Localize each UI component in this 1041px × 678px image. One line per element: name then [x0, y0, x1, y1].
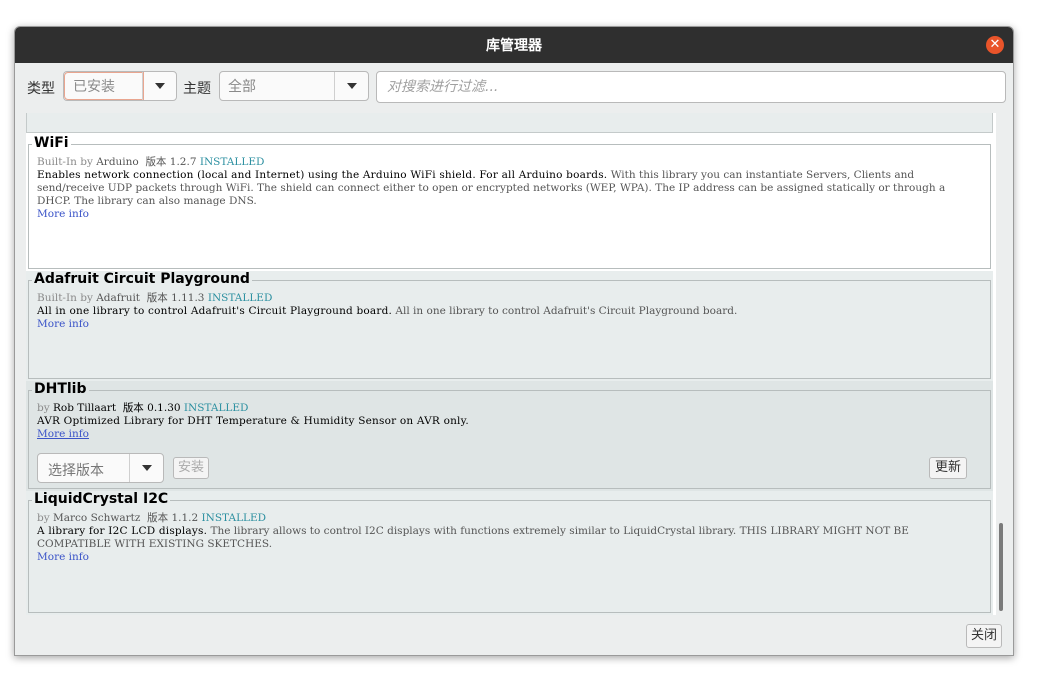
install-button[interactable]: 安装 [173, 457, 209, 479]
library-details: by Marco Schwartz 版本 1.1.2 INSTALLED A l… [37, 512, 963, 564]
library-details: by Rob Tillaart 版本 0.1.30 INSTALLED AVR … [37, 402, 963, 441]
more-info-link[interactable]: More info [37, 428, 963, 441]
more-info-link[interactable]: More info [37, 551, 963, 564]
library-details: Built-In by Arduino 版本 1.2.7 INSTALLED E… [37, 156, 963, 221]
window-title: 库管理器 [486, 38, 542, 54]
close-button[interactable]: 关闭 [966, 624, 1002, 648]
installed-badge: INSTALLED [183, 402, 249, 414]
type-select[interactable]: 已安装 [63, 71, 177, 101]
search-box[interactable] [376, 71, 1006, 103]
filter-bar: 类型 已安装 主题 全部 [15, 63, 1013, 111]
library-details: Built-In by Adafruit 版本 1.11.3 INSTALLED… [37, 292, 963, 331]
chevron-down-icon[interactable] [142, 72, 176, 100]
library-item-dhtlib[interactable]: DHTlib by Rob Tillaart 版本 0.1.30 INSTALL… [26, 381, 993, 491]
library-list[interactable]: WiFi Built-In by Arduino 版本 1.2.7 INSTAL… [26, 113, 996, 615]
library-item-adafruit-circuit-playground[interactable]: Adafruit Circuit Playground Built-In by … [26, 271, 993, 381]
close-icon[interactable]: ✕ [986, 36, 1004, 54]
installed-badge: INSTALLED [207, 292, 273, 304]
topic-select[interactable]: 全部 [219, 71, 369, 101]
installed-badge: INSTALLED [199, 156, 265, 168]
type-select-value: 已安装 [64, 72, 144, 100]
list-item-partial [26, 113, 993, 133]
library-name: LiquidCrystal I2C [32, 491, 171, 507]
library-manager-window: 库管理器 ✕ 类型 已安装 主题 全部 WiFi Built-In by [14, 26, 1014, 656]
chevron-down-icon[interactable] [129, 454, 163, 482]
version-select-value: 选择版本 [48, 463, 104, 479]
library-item-wifi[interactable]: WiFi Built-In by Arduino 版本 1.2.7 INSTAL… [26, 135, 993, 271]
update-button[interactable]: 更新 [929, 457, 967, 479]
chevron-down-icon[interactable] [334, 72, 368, 100]
library-name: WiFi [32, 135, 71, 151]
topic-select-value: 全部 [228, 79, 256, 95]
search-input[interactable] [377, 72, 1005, 102]
library-name: DHTlib [32, 381, 89, 397]
topic-label: 主题 [183, 81, 211, 97]
library-item-liquidcrystal-i2c[interactable]: LiquidCrystal I2C by Marco Schwartz 版本 1… [26, 491, 993, 615]
library-name: Adafruit Circuit Playground [32, 271, 252, 287]
more-info-link[interactable]: More info [37, 318, 963, 331]
more-info-link[interactable]: More info [37, 208, 963, 221]
scrollbar[interactable] [997, 113, 1005, 615]
title-bar: 库管理器 ✕ [15, 27, 1013, 63]
type-label: 类型 [27, 81, 55, 97]
version-select[interactable]: 选择版本 [37, 453, 164, 483]
installed-badge: INSTALLED [201, 512, 267, 524]
scrollbar-thumb[interactable] [999, 523, 1003, 611]
